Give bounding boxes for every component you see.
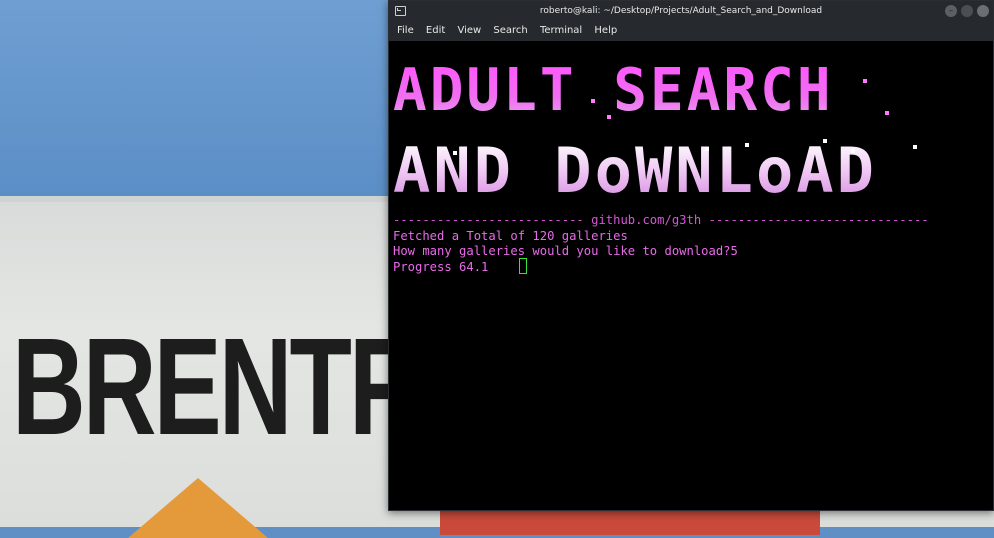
- output-line-progress: Progress 64.1: [393, 260, 489, 274]
- banner-pixel: [913, 145, 917, 149]
- menu-file[interactable]: File: [397, 21, 414, 41]
- menu-help[interactable]: Help: [594, 21, 617, 41]
- menu-bar: File Edit View Search Terminal Help: [389, 21, 993, 41]
- banner-pixel: [607, 115, 611, 119]
- menu-view[interactable]: View: [457, 21, 481, 41]
- maximize-button[interactable]: [961, 5, 973, 17]
- menu-terminal[interactable]: Terminal: [540, 21, 582, 41]
- banner-pixel: [863, 79, 867, 83]
- banner-pixel: [453, 151, 457, 155]
- terminal-icon: [395, 6, 406, 16]
- banner-line-2: AND DoWNLoAD: [393, 134, 877, 207]
- banner-pixel: [851, 149, 855, 153]
- divider-line: -------------------------- github.com/g3…: [393, 213, 929, 227]
- terminal-content[interactable]: ADULT SEARCH AND DoWNLoAD --------------…: [389, 41, 993, 510]
- terminal-window[interactable]: roberto@kali: ~/Desktop/Projects/Adult_S…: [388, 0, 994, 511]
- title-bar[interactable]: roberto@kali: ~/Desktop/Projects/Adult_S…: [389, 1, 993, 21]
- text-cursor: [519, 258, 527, 274]
- window-title: roberto@kali: ~/Desktop/Projects/Adult_S…: [539, 6, 823, 16]
- menu-search[interactable]: Search: [493, 21, 527, 41]
- output-line-prompt: How many galleries would you like to dow…: [393, 244, 738, 258]
- banner-pixel: [591, 99, 595, 103]
- ascii-banner: ADULT SEARCH AND DoWNLoAD: [393, 56, 953, 211]
- close-button[interactable]: [977, 5, 989, 17]
- banner-pixel: [745, 143, 749, 147]
- banner-line-1: ADULT SEARCH: [393, 56, 834, 125]
- banner-pixel: [885, 111, 889, 115]
- wallpaper-sign-text: BRENTF: [12, 310, 411, 464]
- banner-pixel: [705, 147, 709, 151]
- output-line-fetched: Fetched a Total of 120 galleries: [393, 229, 628, 243]
- minimize-button[interactable]: –: [945, 5, 957, 17]
- wallpaper-orange-shape: [128, 478, 268, 538]
- menu-edit[interactable]: Edit: [426, 21, 445, 41]
- banner-pixel: [823, 139, 827, 143]
